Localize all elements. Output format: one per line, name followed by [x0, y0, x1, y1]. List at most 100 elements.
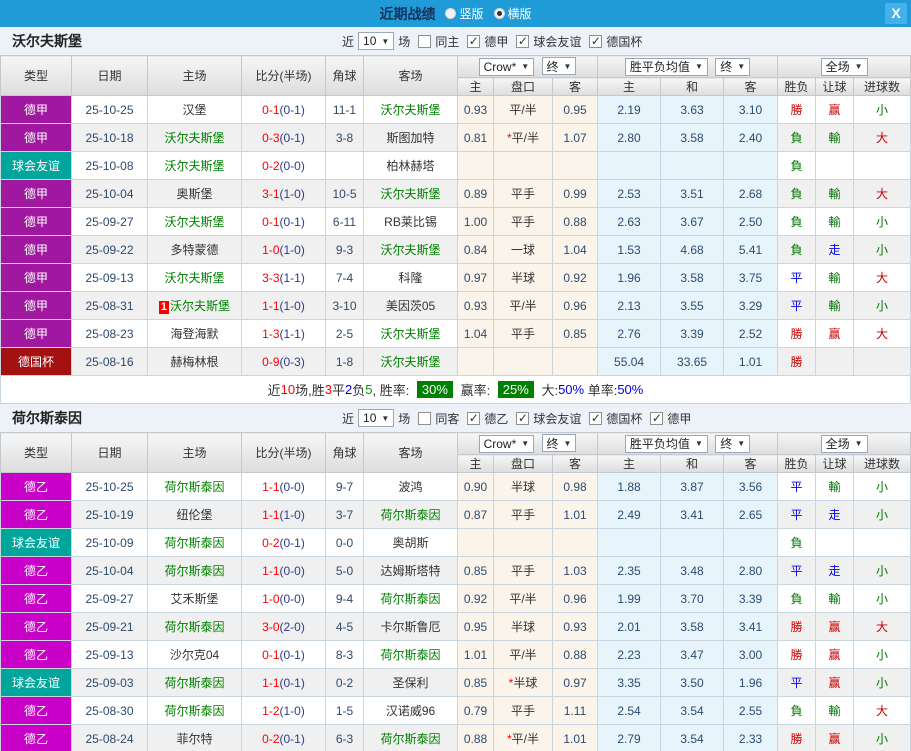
- avg-type-select[interactable]: 胜平负均值 ▼: [624, 434, 708, 453]
- recent-count-select[interactable]: 10 ▼: [358, 409, 395, 427]
- summary-text: 50%: [558, 382, 585, 397]
- odds-final-select[interactable]: 终 ▼: [541, 434, 577, 453]
- home-team-link[interactable]: 多特蒙德: [170, 243, 218, 257]
- away-team-cell: 沃尔夫斯堡: [363, 319, 458, 348]
- home-team-link[interactable]: 奥斯堡: [176, 187, 212, 201]
- col-odds-home: 主: [457, 77, 494, 96]
- avg-final-select[interactable]: 终 ▼: [715, 434, 751, 453]
- away-team-link[interactable]: 沃尔夫斯堡: [380, 187, 440, 201]
- corner-cell: 0-2: [325, 668, 364, 697]
- league-filter-checkbox[interactable]: ✓: [467, 34, 481, 48]
- home-team-link[interactable]: 沃尔夫斯堡: [164, 215, 224, 229]
- home-team-link[interactable]: 沃尔夫斯堡: [170, 299, 230, 313]
- close-icon[interactable]: X: [885, 3, 907, 24]
- home-team-link[interactable]: 荷尔斯泰因: [164, 704, 224, 718]
- away-team-link[interactable]: 荷尔斯泰因: [380, 592, 440, 606]
- avg-away-cell: 2.33: [723, 724, 779, 751]
- home-team-link[interactable]: 艾禾斯堡: [170, 592, 218, 606]
- away-team-link[interactable]: 沃尔夫斯堡: [380, 327, 440, 341]
- league-filter-checkbox[interactable]: ✓: [467, 411, 481, 425]
- radio-vertical[interactable]: 竖版: [445, 5, 484, 22]
- recent-count-select[interactable]: 10 ▼: [358, 32, 395, 50]
- match-row: 德甲 25-08-31 1 沃尔夫斯堡 1-1(1-0) 3-10 美因茨05 0.93 平/半…: [0, 291, 911, 320]
- away-team-link[interactable]: 沃尔夫斯堡: [380, 243, 440, 257]
- radio-vertical-icon[interactable]: [445, 8, 457, 19]
- home-team-link[interactable]: 荷尔斯泰因: [164, 676, 224, 690]
- result-cell: 負: [777, 584, 817, 613]
- league-filter-checkbox[interactable]: ✓: [650, 411, 664, 425]
- radio-horizontal[interactable]: 横版: [493, 5, 532, 22]
- away-team-link[interactable]: 沃尔夫斯堡: [380, 355, 440, 369]
- home-team-link[interactable]: 沙尔克04: [170, 648, 219, 662]
- home-team-link[interactable]: 荷尔斯泰因: [164, 564, 224, 578]
- home-team-link[interactable]: 赫梅林根: [170, 355, 218, 369]
- score-cell: 3-3(1-1): [241, 263, 326, 292]
- handicap-cell: *半球: [493, 668, 553, 697]
- league-filter-label: 球会友谊: [533, 34, 582, 49]
- home-team-link[interactable]: 荷尔斯泰因: [164, 480, 224, 494]
- home-team-link[interactable]: 汉堡: [182, 103, 206, 117]
- away-team-link[interactable]: 荷尔斯泰因: [380, 732, 440, 746]
- date-cell: 25-10-09: [71, 528, 148, 557]
- away-team-link[interactable]: 奥胡斯: [392, 536, 428, 550]
- away-team-link[interactable]: 柏林赫塔: [386, 159, 434, 173]
- same-venue-checkbox[interactable]: [418, 34, 432, 48]
- avg-type-select[interactable]: 胜平负均值 ▼: [624, 57, 708, 76]
- odds-source-select[interactable]: Crow* ▼: [478, 57, 535, 76]
- league-filter-checkbox[interactable]: ✓: [516, 411, 530, 425]
- avg-home-cell: 2.63: [597, 207, 662, 236]
- away-team-link[interactable]: 达姆斯塔特: [380, 564, 440, 578]
- match-row: 德乙 25-10-04 荷尔斯泰因 1-1(0-0) 5-0 达姆斯塔特 0.85 平手 1.0…: [0, 556, 911, 585]
- date-cell: 25-08-24: [71, 724, 148, 751]
- date-cell: 25-09-27: [71, 207, 148, 236]
- odds-home-cell: 0.84: [457, 235, 494, 264]
- col-avg-away: 客: [723, 454, 779, 473]
- avg-final-select[interactable]: 终 ▼: [715, 57, 751, 76]
- same-venue-checkbox[interactable]: [418, 411, 432, 425]
- avg-group-header: 胜平负均值 ▼ 终 ▼: [597, 432, 779, 455]
- league-filter-checkbox[interactable]: ✓: [589, 411, 603, 425]
- away-team-link[interactable]: RB莱比锡: [384, 215, 437, 229]
- col-corner: 角球: [325, 432, 364, 473]
- recent-results-window: 近期战绩 竖版 横版 X 沃尔夫斯堡 近 10 ▼ 场同主 ✓ 德甲 ✓ 球会友谊 ✓ 德国杯 类…: [0, 0, 911, 751]
- home-team-link[interactable]: 荷尔斯泰因: [164, 536, 224, 550]
- home-team-link[interactable]: 荷尔斯泰因: [164, 620, 224, 634]
- away-team-link[interactable]: 沃尔夫斯堡: [380, 103, 440, 117]
- away-team-link[interactable]: 波鸿: [398, 480, 422, 494]
- away-team-link[interactable]: 荷尔斯泰因: [380, 648, 440, 662]
- score-cell: 1-1(1-0): [241, 291, 326, 320]
- odds-source-select[interactable]: Crow* ▼: [478, 434, 535, 453]
- odds-final-select[interactable]: 终 ▼: [541, 57, 577, 76]
- away-team-link[interactable]: 汉诺威96: [386, 704, 435, 718]
- away-team-cell: 荷尔斯泰因: [363, 724, 458, 751]
- home-team-link[interactable]: 沃尔夫斯堡: [164, 159, 224, 173]
- avg-home-cell: 2.13: [597, 291, 662, 320]
- home-team-link[interactable]: 菲尔特: [176, 732, 212, 746]
- away-team-link[interactable]: 美因茨05: [386, 299, 435, 313]
- match-row: 德甲 25-09-22 多特蒙德 1-0(1-0) 9-3 沃尔夫斯堡 0.84 一球 1.04…: [0, 235, 911, 264]
- away-team-link[interactable]: 荷尔斯泰因: [380, 508, 440, 522]
- away-team-link[interactable]: 圣保利: [392, 676, 428, 690]
- home-team-link[interactable]: 沃尔夫斯堡: [164, 271, 224, 285]
- goals-result-cell: [853, 528, 911, 557]
- radio-horizontal-icon[interactable]: [493, 8, 505, 19]
- home-team-link[interactable]: 海登海默: [170, 327, 218, 341]
- home-team-link[interactable]: 沃尔夫斯堡: [164, 131, 224, 145]
- home-team-link[interactable]: 纽伦堡: [176, 508, 212, 522]
- date-cell: 25-10-18: [71, 123, 148, 152]
- match-row: 德乙 25-08-30 荷尔斯泰因 1-2(1-0) 1-5 汉诺威96 0.79 平手 1.1…: [0, 696, 911, 725]
- scope-select[interactable]: 全场 ▼: [820, 434, 868, 453]
- away-team-cell: 卡尔斯鲁厄: [363, 612, 458, 641]
- scope-select[interactable]: 全场 ▼: [820, 57, 868, 76]
- corner-cell: 5-0: [325, 556, 364, 585]
- odds-home-cell: 0.87: [457, 500, 494, 529]
- goals-result-cell: 大: [853, 179, 911, 208]
- league-filter-checkbox[interactable]: ✓: [516, 34, 530, 48]
- away-team-link[interactable]: 卡尔斯鲁厄: [380, 620, 440, 634]
- league-filter-checkbox[interactable]: ✓: [589, 34, 603, 48]
- away-team-link[interactable]: 科隆: [398, 271, 422, 285]
- halftime-score: (2-0): [279, 619, 305, 634]
- handicap-cell: 平手: [493, 319, 553, 348]
- odds-away-cell: 1.01: [551, 724, 599, 751]
- away-team-link[interactable]: 斯图加特: [386, 131, 434, 145]
